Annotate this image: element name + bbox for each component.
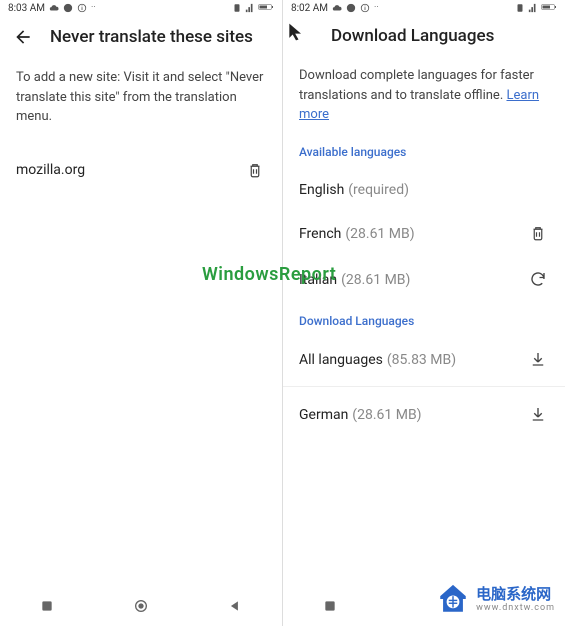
site-row: mozilla.org — [16, 147, 266, 193]
back-button[interactable] — [12, 26, 34, 48]
cloud-icon — [49, 3, 59, 13]
description-body: Download complete languages for faster t… — [299, 68, 534, 103]
delete-language-button[interactable] — [527, 222, 549, 244]
page-header-right: Download Languages — [283, 16, 565, 56]
status-bar-left: 8:03 AM ·· — [0, 0, 282, 16]
status-time: 8:02 AM — [291, 3, 328, 14]
language-row-italian: Italian (28.61 MB) — [299, 256, 549, 302]
language-name: English — [299, 182, 344, 198]
description-text: To add a new site: Visit it and select "… — [16, 68, 266, 127]
divider — [283, 386, 565, 387]
delete-site-button[interactable] — [244, 159, 266, 181]
android-navbar-left — [0, 586, 282, 626]
status-time: 8:03 AM — [8, 3, 45, 14]
sim-icon — [515, 3, 525, 13]
download-languages-pane: 8:02 AM ·· Download Languages Download c… — [283, 0, 565, 626]
language-name: All languages — [299, 352, 383, 368]
language-meta: (28.61 MB) — [352, 407, 421, 423]
language-meta: (required) — [348, 182, 409, 198]
back-nav-button[interactable] — [225, 596, 245, 616]
download-languages-header: Download Languages — [299, 314, 549, 328]
info-icon — [77, 3, 87, 13]
more-icon: ·· — [374, 3, 379, 13]
reddit-icon — [63, 3, 73, 13]
language-row-german: German (28.61 MB) — [299, 391, 549, 437]
refresh-language-button[interactable] — [527, 268, 549, 290]
sim-icon — [232, 3, 242, 13]
download-language-button[interactable] — [527, 403, 549, 425]
site-name: mozilla.org — [16, 162, 85, 178]
page-title: Never translate these sites — [50, 27, 253, 47]
language-meta: (28.61 MB) — [341, 272, 410, 288]
language-row-english: English (required) — [299, 167, 549, 210]
more-icon: ·· — [91, 3, 96, 13]
home-button[interactable] — [131, 596, 151, 616]
available-languages-header: Available languages — [299, 145, 549, 159]
recent-apps-button[interactable] — [37, 596, 57, 616]
language-meta: (85.83 MB) — [387, 352, 456, 368]
language-name: French — [299, 226, 341, 242]
signal-icon — [528, 3, 538, 13]
language-name: Italian — [299, 272, 337, 288]
download-language-button[interactable] — [527, 348, 549, 370]
cloud-icon — [332, 3, 342, 13]
language-row-french: French (28.61 MB) — [299, 210, 549, 256]
language-name: German — [299, 407, 348, 423]
never-translate-pane: 8:03 AM ·· Never translate these sites T… — [0, 0, 283, 626]
status-bar-right: 8:02 AM ·· — [283, 0, 565, 16]
reddit-icon — [346, 3, 356, 13]
android-navbar-right — [283, 586, 565, 626]
battery-icon — [541, 3, 557, 13]
page-title: Download Languages — [331, 26, 494, 46]
signal-icon — [245, 3, 255, 13]
language-row-all: All languages (85.83 MB) — [299, 336, 549, 382]
recent-apps-button[interactable] — [320, 596, 340, 616]
info-icon — [360, 3, 370, 13]
battery-icon — [258, 3, 274, 13]
page-header-left: Never translate these sites — [0, 16, 282, 58]
description-text: Download complete languages for faster t… — [299, 66, 549, 125]
language-meta: (28.61 MB) — [345, 226, 414, 242]
